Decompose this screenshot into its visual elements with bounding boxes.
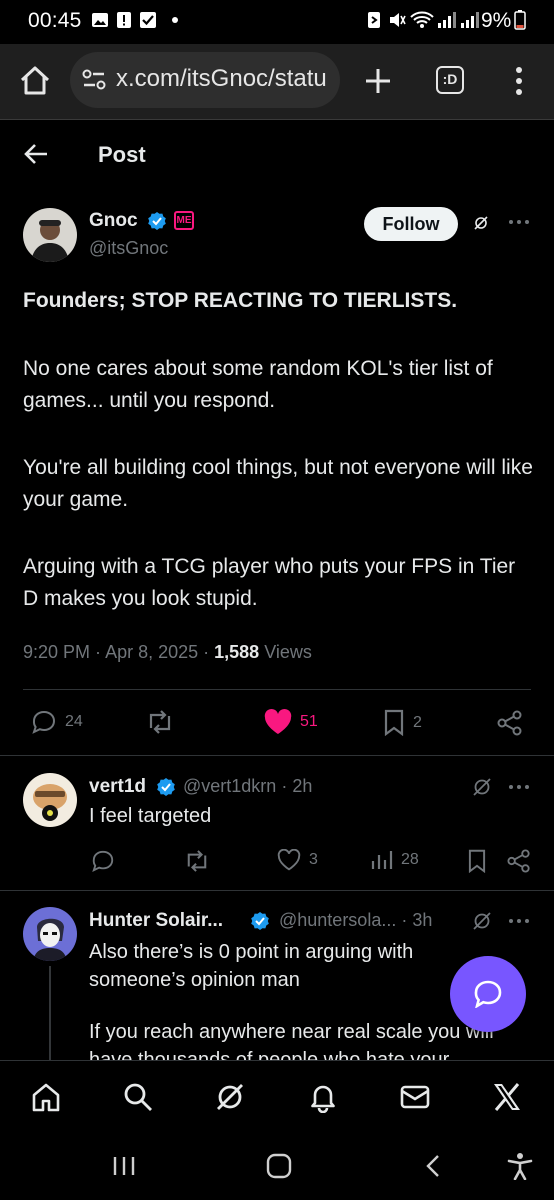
reply-count: 24 — [65, 713, 83, 730]
reply-icon — [32, 710, 56, 734]
reply-text: If you reach anywhere near real scale yo… — [89, 1021, 494, 1060]
compose-reply-button[interactable] — [450, 956, 526, 1032]
new-tab-icon[interactable] — [363, 66, 393, 96]
status-time: 00:45 — [28, 9, 82, 32]
reply-handle[interactable]: @huntersola... — [279, 910, 396, 930]
bottom-tab-bar — [0, 1060, 554, 1136]
like-button[interactable]: 51 — [264, 709, 318, 735]
mute-icon — [390, 13, 406, 27]
system-home-icon[interactable] — [266, 1153, 292, 1179]
status-bar: 00:45 9% — [0, 0, 554, 44]
like-count: 51 — [300, 713, 318, 730]
nav-messages-icon[interactable] — [399, 1083, 431, 1111]
back-arrow-icon[interactable] — [23, 142, 49, 166]
site-settings-icon[interactable] — [82, 69, 106, 91]
author-name[interactable]: Gnoc — [89, 210, 138, 232]
accessibility-icon[interactable] — [507, 1152, 533, 1180]
nav-x-logo-icon[interactable] — [491, 1081, 523, 1113]
post-headline: Founders; STOP REACTING TO TIERLISTS. — [23, 289, 458, 312]
views-label: Views — [264, 642, 312, 662]
heart-filled-icon — [264, 709, 292, 734]
verified-badge-icon — [157, 778, 175, 796]
post-meta: 9:20 PM · Apr 8, 2025 · 1,588 Views — [23, 642, 312, 662]
battery-icon — [514, 10, 526, 30]
gallery-icon — [92, 13, 108, 27]
system-navigation-bar — [0, 1136, 554, 1200]
heart-icon — [277, 849, 301, 871]
address-bar[interactable]: x.com/itsGnoc/statu — [70, 52, 340, 108]
page-title: Post — [98, 142, 146, 167]
dot-icon — [172, 17, 178, 23]
reply-meta: @huntersola... · 3h — [279, 910, 433, 930]
tab-count: :D — [442, 71, 458, 87]
checkbox-icon — [140, 12, 156, 28]
post-paragraph: Arguing with a TCG player who puts your … — [23, 555, 516, 610]
views-count: 1,588 — [214, 642, 260, 662]
bookmark-button[interactable]: 2 — [383, 709, 422, 736]
browser-toolbar: x.com/itsGnoc/statu :D — [0, 44, 554, 120]
post-paragraph: You're all building cool things, but not… — [23, 456, 533, 511]
bookmark-icon[interactable] — [467, 849, 487, 873]
follow-button[interactable]: Follow — [364, 207, 458, 241]
reply-author-name[interactable]: vert1d — [89, 776, 146, 798]
nav-search-icon[interactable] — [122, 1081, 154, 1113]
reply-avatar[interactable] — [23, 773, 77, 827]
chat-bubble-icon — [474, 980, 502, 1008]
system-back-icon[interactable] — [425, 1154, 441, 1178]
views-count: 28 — [401, 851, 419, 868]
signal-icon-2 — [461, 12, 479, 28]
signal-icon-1 — [438, 12, 456, 28]
reply-text: I feel targeted — [89, 805, 212, 827]
browser-menu-icon[interactable] — [510, 64, 528, 98]
reply-icon[interactable] — [91, 849, 115, 873]
more-options-icon[interactable] — [508, 218, 530, 226]
repost-icon[interactable] — [183, 850, 211, 872]
grok-icon[interactable] — [472, 911, 492, 931]
nfc-icon — [368, 12, 380, 28]
alert-icon — [117, 12, 131, 28]
nav-home-icon[interactable] — [30, 1081, 62, 1113]
tab-switcher-button[interactable]: :D — [436, 66, 464, 94]
author-avatar[interactable] — [23, 208, 77, 262]
share-icon[interactable] — [497, 710, 523, 736]
reply-avatar[interactable] — [23, 907, 77, 961]
wifi-icon — [410, 11, 434, 28]
verified-badge-icon — [148, 212, 166, 230]
page-header: Post — [0, 121, 554, 187]
analytics-icon — [371, 851, 393, 869]
reply-age: 3h — [412, 910, 433, 930]
reply-meta: @vert1dkrn · 2h — [183, 776, 313, 796]
reply-button[interactable]: 24 — [31, 709, 83, 735]
url-text: x.com/itsGnoc/statu — [116, 65, 327, 92]
divider — [23, 689, 531, 690]
battery-percent: 9% — [481, 9, 512, 32]
repost-icon[interactable] — [145, 710, 175, 734]
verified-badge-icon — [251, 912, 269, 930]
affiliate-badge-icon: ME — [174, 211, 194, 230]
bookmark-icon — [384, 709, 404, 736]
recent-apps-icon[interactable] — [112, 1155, 136, 1177]
more-options-icon[interactable] — [508, 917, 530, 925]
divider — [0, 890, 554, 891]
divider — [0, 755, 554, 756]
views-button[interactable]: 28 — [371, 849, 419, 871]
more-options-icon[interactable] — [508, 783, 530, 791]
reply-author-name[interactable]: Hunter Solair... — [89, 910, 223, 932]
nav-grok-icon[interactable] — [214, 1081, 246, 1113]
reply-age: 2h — [292, 776, 313, 796]
bookmark-count: 2 — [413, 713, 422, 731]
post-paragraph: No one cares about some random KOL's tie… — [23, 357, 493, 412]
like-button[interactable]: 3 — [277, 849, 318, 871]
post-time: 9:20 PM — [23, 642, 91, 662]
home-icon[interactable] — [18, 64, 52, 98]
reply-handle[interactable]: @vert1dkrn — [183, 776, 276, 796]
grok-icon[interactable] — [472, 777, 492, 797]
grok-icon[interactable] — [473, 215, 489, 231]
post-date: Apr 8, 2025 — [105, 642, 199, 662]
nav-notifications-icon[interactable] — [307, 1081, 339, 1113]
like-count: 3 — [309, 851, 318, 868]
author-handle[interactable]: @itsGnoc — [89, 238, 168, 259]
share-icon[interactable] — [507, 849, 531, 873]
